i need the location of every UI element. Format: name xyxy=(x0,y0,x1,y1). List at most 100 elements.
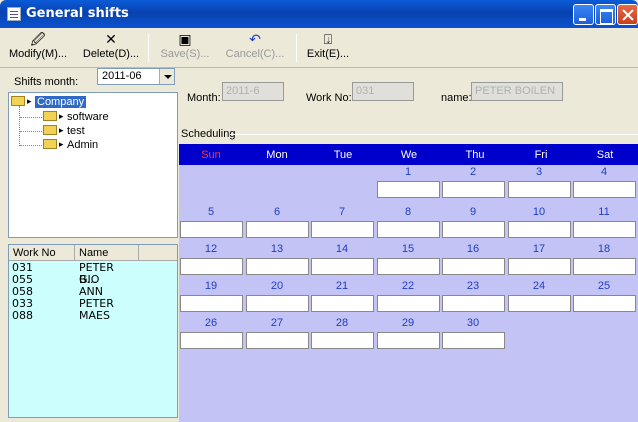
work-no-field: 031 xyxy=(352,82,414,101)
day-number: 14 xyxy=(335,243,349,255)
weekday-thu: Thu xyxy=(465,149,485,161)
day-number: 1 xyxy=(404,166,412,178)
weekday-mon: Mon xyxy=(266,149,288,161)
day-shift-input[interactable] xyxy=(246,295,309,312)
day-number: 30 xyxy=(466,317,480,329)
day-shift-input[interactable] xyxy=(442,295,505,312)
maximize-button[interactable] xyxy=(595,4,616,25)
tree-item-admin[interactable]: Admin xyxy=(43,137,98,152)
day-shift-input[interactable] xyxy=(508,295,571,312)
day-number: 27 xyxy=(270,317,284,329)
floppy-icon: ▣ xyxy=(178,32,192,48)
day-shift-input[interactable] xyxy=(442,221,505,238)
day-number: 7 xyxy=(338,206,346,218)
day-shift-input[interactable] xyxy=(377,221,440,238)
delete-x-icon: ✕ xyxy=(105,32,117,48)
day-number: 9 xyxy=(469,206,477,218)
day-shift-input[interactable] xyxy=(377,332,440,349)
day-shift-input[interactable] xyxy=(311,295,374,312)
chevron-down-icon[interactable] xyxy=(159,69,174,84)
day-shift-input[interactable] xyxy=(180,332,243,349)
grid-header: Work No Name xyxy=(9,245,177,261)
day-shift-input[interactable] xyxy=(442,181,505,198)
day-shift-input[interactable] xyxy=(246,258,309,275)
day-shift-input[interactable] xyxy=(246,332,309,349)
month-label: Month: xyxy=(187,92,221,104)
day-shift-input[interactable] xyxy=(442,258,505,275)
column-header-name[interactable]: Name xyxy=(75,245,139,261)
day-number: 25 xyxy=(597,280,611,292)
day-shift-input[interactable] xyxy=(180,258,243,275)
day-shift-input[interactable] xyxy=(508,221,571,238)
folder-icon xyxy=(43,137,64,151)
folder-icon xyxy=(43,109,64,123)
day-number: 15 xyxy=(401,243,415,255)
day-number: 2 xyxy=(469,166,477,178)
weekday-sat: Sat xyxy=(596,149,614,161)
tree-item-software[interactable]: software xyxy=(43,109,109,124)
day-shift-input[interactable] xyxy=(180,295,243,312)
day-shift-input[interactable] xyxy=(246,221,309,238)
day-number: 19 xyxy=(204,280,218,292)
day-shift-input[interactable] xyxy=(442,332,505,349)
day-shift-input[interactable] xyxy=(508,258,571,275)
column-header-work-no[interactable]: Work No xyxy=(9,245,75,261)
day-shift-input[interactable] xyxy=(377,258,440,275)
day-shift-input[interactable] xyxy=(573,221,636,238)
day-number: 8 xyxy=(404,206,412,218)
weekday-sun: Sun xyxy=(201,149,221,161)
tree-item-company[interactable]: Company xyxy=(11,94,87,109)
save-button[interactable]: ▣ Save(S)... xyxy=(158,32,212,64)
employee-grid: Work No Name 031 PETER B... 055 GIO 058 ANN… xyxy=(8,244,178,418)
day-shift-input[interactable] xyxy=(311,221,374,238)
day-shift-input[interactable] xyxy=(508,181,571,198)
day-number: 4 xyxy=(600,166,608,178)
modify-button[interactable]: 🖉 Modify(M)... xyxy=(6,32,70,64)
folder-icon xyxy=(11,94,32,108)
day-number: 21 xyxy=(335,280,349,292)
cancel-button[interactable]: ↶ Cancel(C)... xyxy=(222,32,288,64)
exit-door-icon: ⍗ xyxy=(323,32,333,48)
work-no-label: Work No: xyxy=(306,92,352,104)
day-shift-input[interactable] xyxy=(573,295,636,312)
exit-button[interactable]: ⍗ Exit(E)... xyxy=(306,32,350,64)
day-number: 23 xyxy=(466,280,480,292)
edit-icon: 🖉 xyxy=(30,32,46,48)
day-number: 17 xyxy=(532,243,546,255)
day-shift-input[interactable] xyxy=(311,258,374,275)
day-number: 12 xyxy=(204,243,218,255)
close-button[interactable] xyxy=(617,4,638,25)
month-field: 2011-6 xyxy=(222,82,284,101)
name-field: PETER BOILEN xyxy=(471,82,563,101)
delete-button[interactable]: ✕ Delete(D)... xyxy=(80,32,142,64)
day-number: 24 xyxy=(532,280,546,292)
day-shift-input[interactable] xyxy=(311,332,374,349)
shifts-month-label: Shifts month: xyxy=(14,76,79,88)
day-shift-input[interactable] xyxy=(573,258,636,275)
day-number: 5 xyxy=(207,206,215,218)
day-number: 18 xyxy=(597,243,611,255)
day-number: 28 xyxy=(335,317,349,329)
day-shift-input[interactable] xyxy=(377,295,440,312)
weekday-wed: We xyxy=(400,149,418,161)
tree-item-test[interactable]: test xyxy=(43,123,85,138)
day-number: 22 xyxy=(401,280,415,292)
day-number: 3 xyxy=(535,166,543,178)
day-shift-input[interactable] xyxy=(573,181,636,198)
day-shift-input[interactable] xyxy=(180,221,243,238)
weekday-header: Sun Mon Tue We Thu Fri Sat xyxy=(179,144,638,165)
day-number: 29 xyxy=(401,317,415,329)
scheduling-label: Scheduling xyxy=(181,128,236,140)
undo-icon: ↶ xyxy=(249,32,261,48)
scheduling-calendar: Sun Mon Tue We Thu Fri Sat 1 2 3 4 5 6 7 8 9 10 11… xyxy=(179,144,638,422)
name-label: name: xyxy=(441,92,472,104)
minimize-button[interactable] xyxy=(573,4,594,25)
day-number: 20 xyxy=(270,280,284,292)
folder-icon xyxy=(43,123,64,137)
day-number: 16 xyxy=(466,243,480,255)
day-number: 11 xyxy=(598,206,610,218)
department-tree: Company software test Admin xyxy=(8,92,178,238)
window-title: General shifts xyxy=(26,6,129,21)
day-shift-input[interactable] xyxy=(377,181,440,198)
shifts-month-select[interactable]: 2011-06 xyxy=(97,68,175,85)
